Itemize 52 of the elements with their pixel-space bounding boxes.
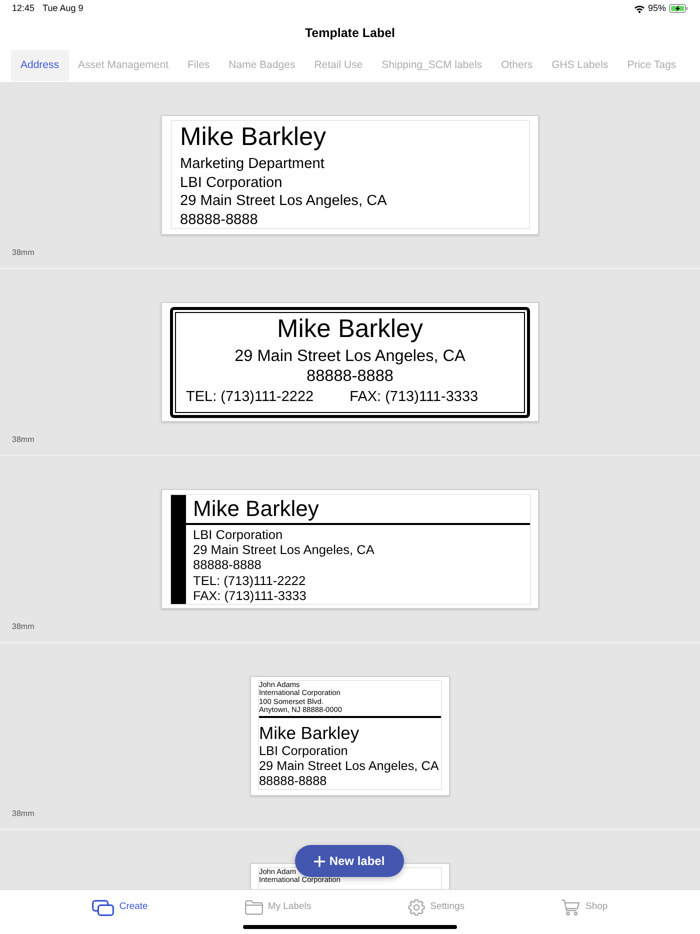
address-line: 88888-8888 (259, 774, 327, 790)
category-tab[interactable]: GHS Labels (542, 50, 618, 81)
address-line: LBI Corporation (259, 744, 348, 760)
address-line: 88888-8888 (180, 210, 258, 229)
recipient-name: Mike Barkley (259, 722, 360, 744)
category-tab[interactable]: Name Badges (219, 50, 305, 81)
stacked-cards-icon (92, 900, 114, 916)
category-tab[interactable]: Asset Management (68, 50, 178, 81)
address-line: Marketing Department (180, 155, 324, 174)
address-line: 29 Main Street Los Angeles, CA (234, 346, 466, 366)
label-size: 38mm (12, 622, 34, 632)
page-title: Template Label (304, 26, 396, 40)
category-tab[interactable]: Files (178, 50, 220, 81)
settings-icon (408, 899, 426, 916)
address-line: FAX: (713)111-3333 (193, 588, 306, 604)
battery-percentage: 95% (648, 3, 666, 14)
address-line: LBI Corporation (193, 527, 283, 542)
address-line: 29 Main Street Los Angeles, CA (193, 542, 374, 558)
recipient-name: Mike Barkley (193, 495, 319, 523)
battery-charging-icon (669, 4, 688, 13)
label-card[interactable]: Mike Barkley 29 Main Street Los Angeles, CA 88888-8888 TEL: (713)111-2222 FAX: (713)111-3333 (161, 302, 539, 422)
tab-bar-item[interactable]: My Labels (244, 899, 312, 916)
label-size: 38mm (12, 809, 34, 819)
category-tab[interactable]: Others (492, 50, 542, 81)
status-date: Tue Aug 9 (42, 3, 84, 14)
label-size: 38mm (12, 435, 34, 445)
address-line: 88888-8888 (306, 366, 394, 386)
address-line: TEL: (713)111-2222 (193, 572, 306, 588)
tab-bar-item[interactable]: Settings (408, 899, 464, 916)
tab-bar-item[interactable]: Shop (561, 899, 608, 916)
wifi-icon (634, 4, 645, 12)
label-size: 38mm (12, 248, 34, 258)
cart-icon (561, 899, 580, 916)
label-card[interactable]: Mike Barkley LBI Corporation 29 Main Street Los Angeles, CA 88888-8888 TEL: (713)111-2222 FAX: (713)111-3333 (161, 489, 539, 609)
category-tab[interactable]: Price Tags (618, 50, 686, 81)
category-tab[interactable]: Retail Use (304, 50, 372, 81)
recipient-name: Mike Barkley (277, 315, 423, 343)
recipient-name: Mike Barkley (180, 123, 326, 151)
tab-bar-item[interactable]: Create (92, 899, 148, 916)
category-tab[interactable]: Shipping_SCM labels (372, 50, 492, 81)
address-line: 29 Main Street Los Angeles, CA (180, 192, 387, 210)
address-line: 88888-8888 (193, 557, 262, 573)
category-tab[interactable]: Address (11, 50, 69, 81)
status-time: 12:45 (12, 3, 35, 14)
contact-line: TEL: (713)111-2222 (186, 388, 314, 406)
folder-icon (244, 900, 263, 915)
plus-icon (314, 856, 326, 866)
address-line: LBI Corporation (180, 174, 282, 192)
address-line: 29 Main Street Los Angeles, CA (259, 759, 439, 774)
contact-line: FAX: (713)111-3333 (350, 388, 478, 406)
new-label-button[interactable]: New label (295, 845, 404, 877)
label-card[interactable]: Mike Barkley Marketing Department LBI Corporation 29 Main Street Los Angeles, CA 88888-8888 (161, 115, 539, 235)
